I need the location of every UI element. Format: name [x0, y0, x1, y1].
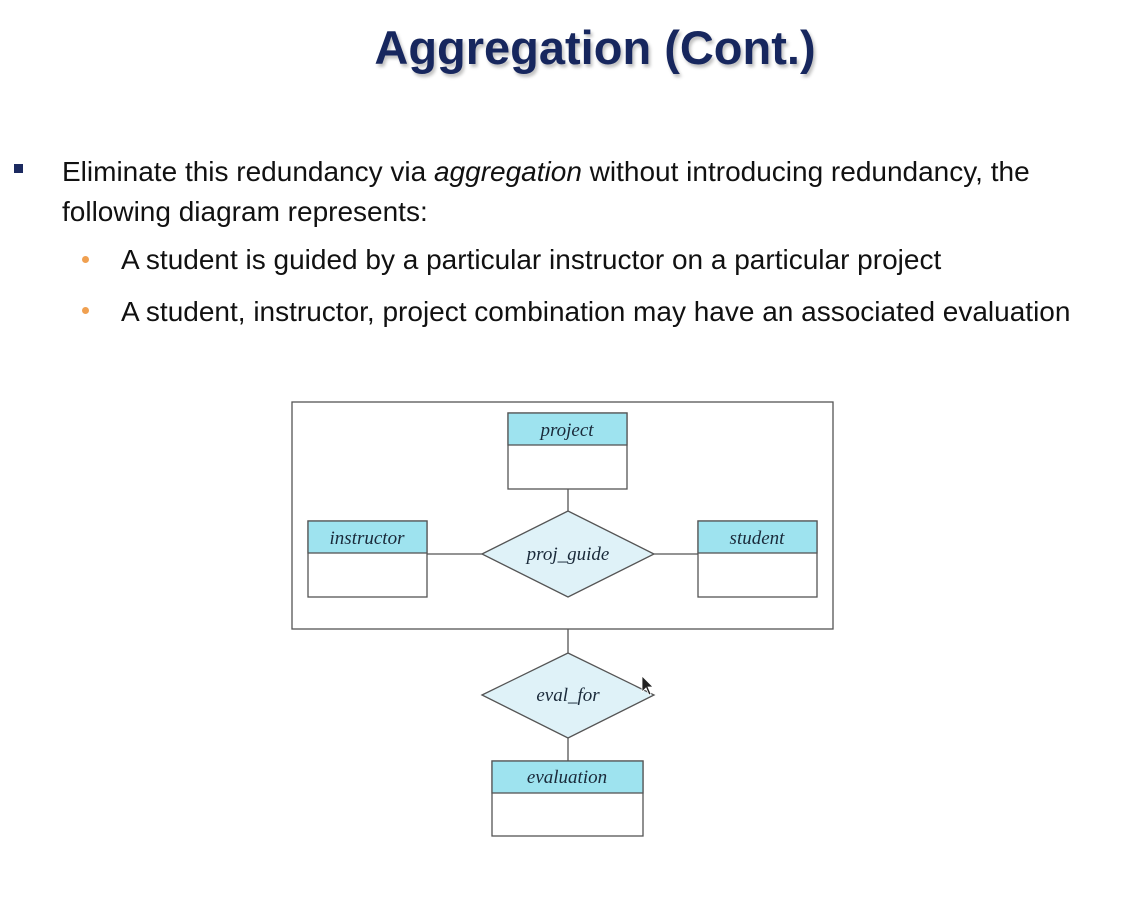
entity-label: project [538, 420, 594, 441]
entity-label: instructor [330, 528, 406, 549]
relationship-label: eval_for [536, 685, 600, 706]
relationship-label: proj_guide [525, 544, 610, 565]
entity-label: student [730, 528, 786, 549]
entity-label: evaluation [527, 767, 607, 788]
er-diagram: project instructor student evaluation pr… [291, 401, 834, 837]
